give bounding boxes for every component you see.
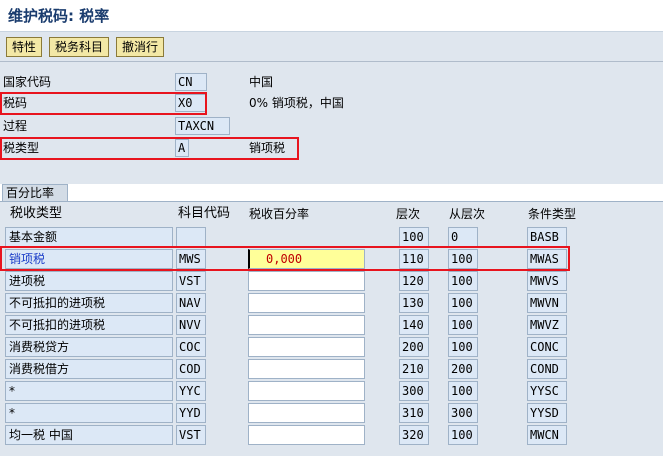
row-account-key: VST: [176, 271, 206, 291]
row-account-key: COC: [176, 337, 206, 357]
row-tax-percent-input[interactable]: [248, 271, 365, 291]
row-condition-type: MWVN: [527, 293, 567, 313]
row-condition-type: YYSC: [527, 381, 567, 401]
row-tax-type: *: [5, 403, 173, 423]
row-tax-percent-input[interactable]: [248, 381, 365, 401]
row-from-level: 100: [448, 337, 478, 357]
col-header-from-level: 从层次: [449, 207, 486, 221]
title-bar: 维护税码: 税率: [0, 0, 663, 32]
row-account-key: COD: [176, 359, 206, 379]
row-tax-type: 消费税贷方: [5, 337, 173, 357]
deactivate-line-button[interactable]: 撤消行: [116, 37, 165, 57]
row-condition-type: MWVS: [527, 271, 567, 291]
row-condition-type: COND: [527, 359, 567, 379]
row-account-key: VST: [176, 425, 206, 445]
row-account-key: YYD: [176, 403, 206, 423]
procedure-field[interactable]: TAXCN: [175, 117, 230, 135]
output-tax-row-highlight-box: [0, 246, 570, 271]
row-tax-percent-input[interactable]: [248, 403, 365, 423]
country-field[interactable]: CN: [175, 73, 207, 91]
row-tax-percent-input[interactable]: [248, 425, 365, 445]
row-level: 300: [399, 381, 429, 401]
row-tax-type: 基本金额: [5, 227, 173, 247]
tax-accounts-button[interactable]: 税务科目: [49, 37, 110, 57]
tax-code-desc: 0% 销项税，中国: [249, 96, 344, 110]
row-tax-type: 不可抵扣的进项税: [5, 293, 173, 313]
row-level: 310: [399, 403, 429, 423]
tax-code-highlight-box: [0, 92, 207, 115]
row-from-level: 300: [448, 403, 478, 423]
properties-button[interactable]: 特性: [6, 37, 43, 57]
row-account-key: YYC: [176, 381, 206, 401]
row-condition-type: CONC: [527, 337, 567, 357]
row-from-level: 0: [448, 227, 478, 247]
row-tax-percent-input[interactable]: [248, 337, 365, 357]
row-account-key: NVV: [176, 315, 206, 335]
row-tax-percent-input[interactable]: [248, 293, 365, 313]
row-level: 100: [399, 227, 429, 247]
col-header-tax-type: 税收类型: [10, 206, 63, 221]
row-from-level: 100: [448, 271, 478, 291]
row-account-key: NAV: [176, 293, 206, 313]
row-tax-type: 均一税 中国: [5, 425, 173, 445]
country-label: 国家代码: [3, 75, 52, 89]
row-level: 200: [399, 337, 429, 357]
row-from-level: 100: [448, 381, 478, 401]
row-condition-type: BASB: [527, 227, 567, 247]
toolbar: 特性 税务科目 撤消行: [0, 32, 663, 62]
row-condition-type: YYSD: [527, 403, 567, 423]
row-account-key: [176, 227, 206, 247]
procedure-label: 过程: [3, 119, 28, 133]
row-condition-type: MWCN: [527, 425, 567, 445]
row-from-level: 100: [448, 315, 478, 335]
col-header-condition-type: 条件类型: [528, 207, 577, 221]
row-from-level: 100: [448, 293, 478, 313]
row-tax-type: 消费税借方: [5, 359, 173, 379]
row-tax-percent-input[interactable]: [248, 315, 365, 335]
row-condition-type: MWVZ: [527, 315, 567, 335]
country-desc: 中国: [249, 75, 274, 89]
row-tax-percent-input[interactable]: [248, 359, 365, 379]
row-from-level: 100: [448, 425, 478, 445]
row-tax-type: 进项税: [5, 271, 173, 291]
row-level: 120: [399, 271, 429, 291]
tax-type-highlight-box: [0, 137, 299, 160]
col-header-account-key: 科目代码: [178, 206, 231, 221]
row-level: 140: [399, 315, 429, 335]
row-level: 210: [399, 359, 429, 379]
row-level: 130: [399, 293, 429, 313]
tab-percentage-rates[interactable]: 百分比率: [2, 184, 68, 201]
page-title: 维护税码: 税率: [8, 7, 110, 25]
col-header-level: 层次: [396, 207, 421, 221]
row-tax-type: 不可抵扣的进项税: [5, 315, 173, 335]
row-from-level: 200: [448, 359, 478, 379]
row-tax-type: *: [5, 381, 173, 401]
col-header-tax-percent: 税收百分率: [249, 207, 310, 221]
row-level: 320: [399, 425, 429, 445]
